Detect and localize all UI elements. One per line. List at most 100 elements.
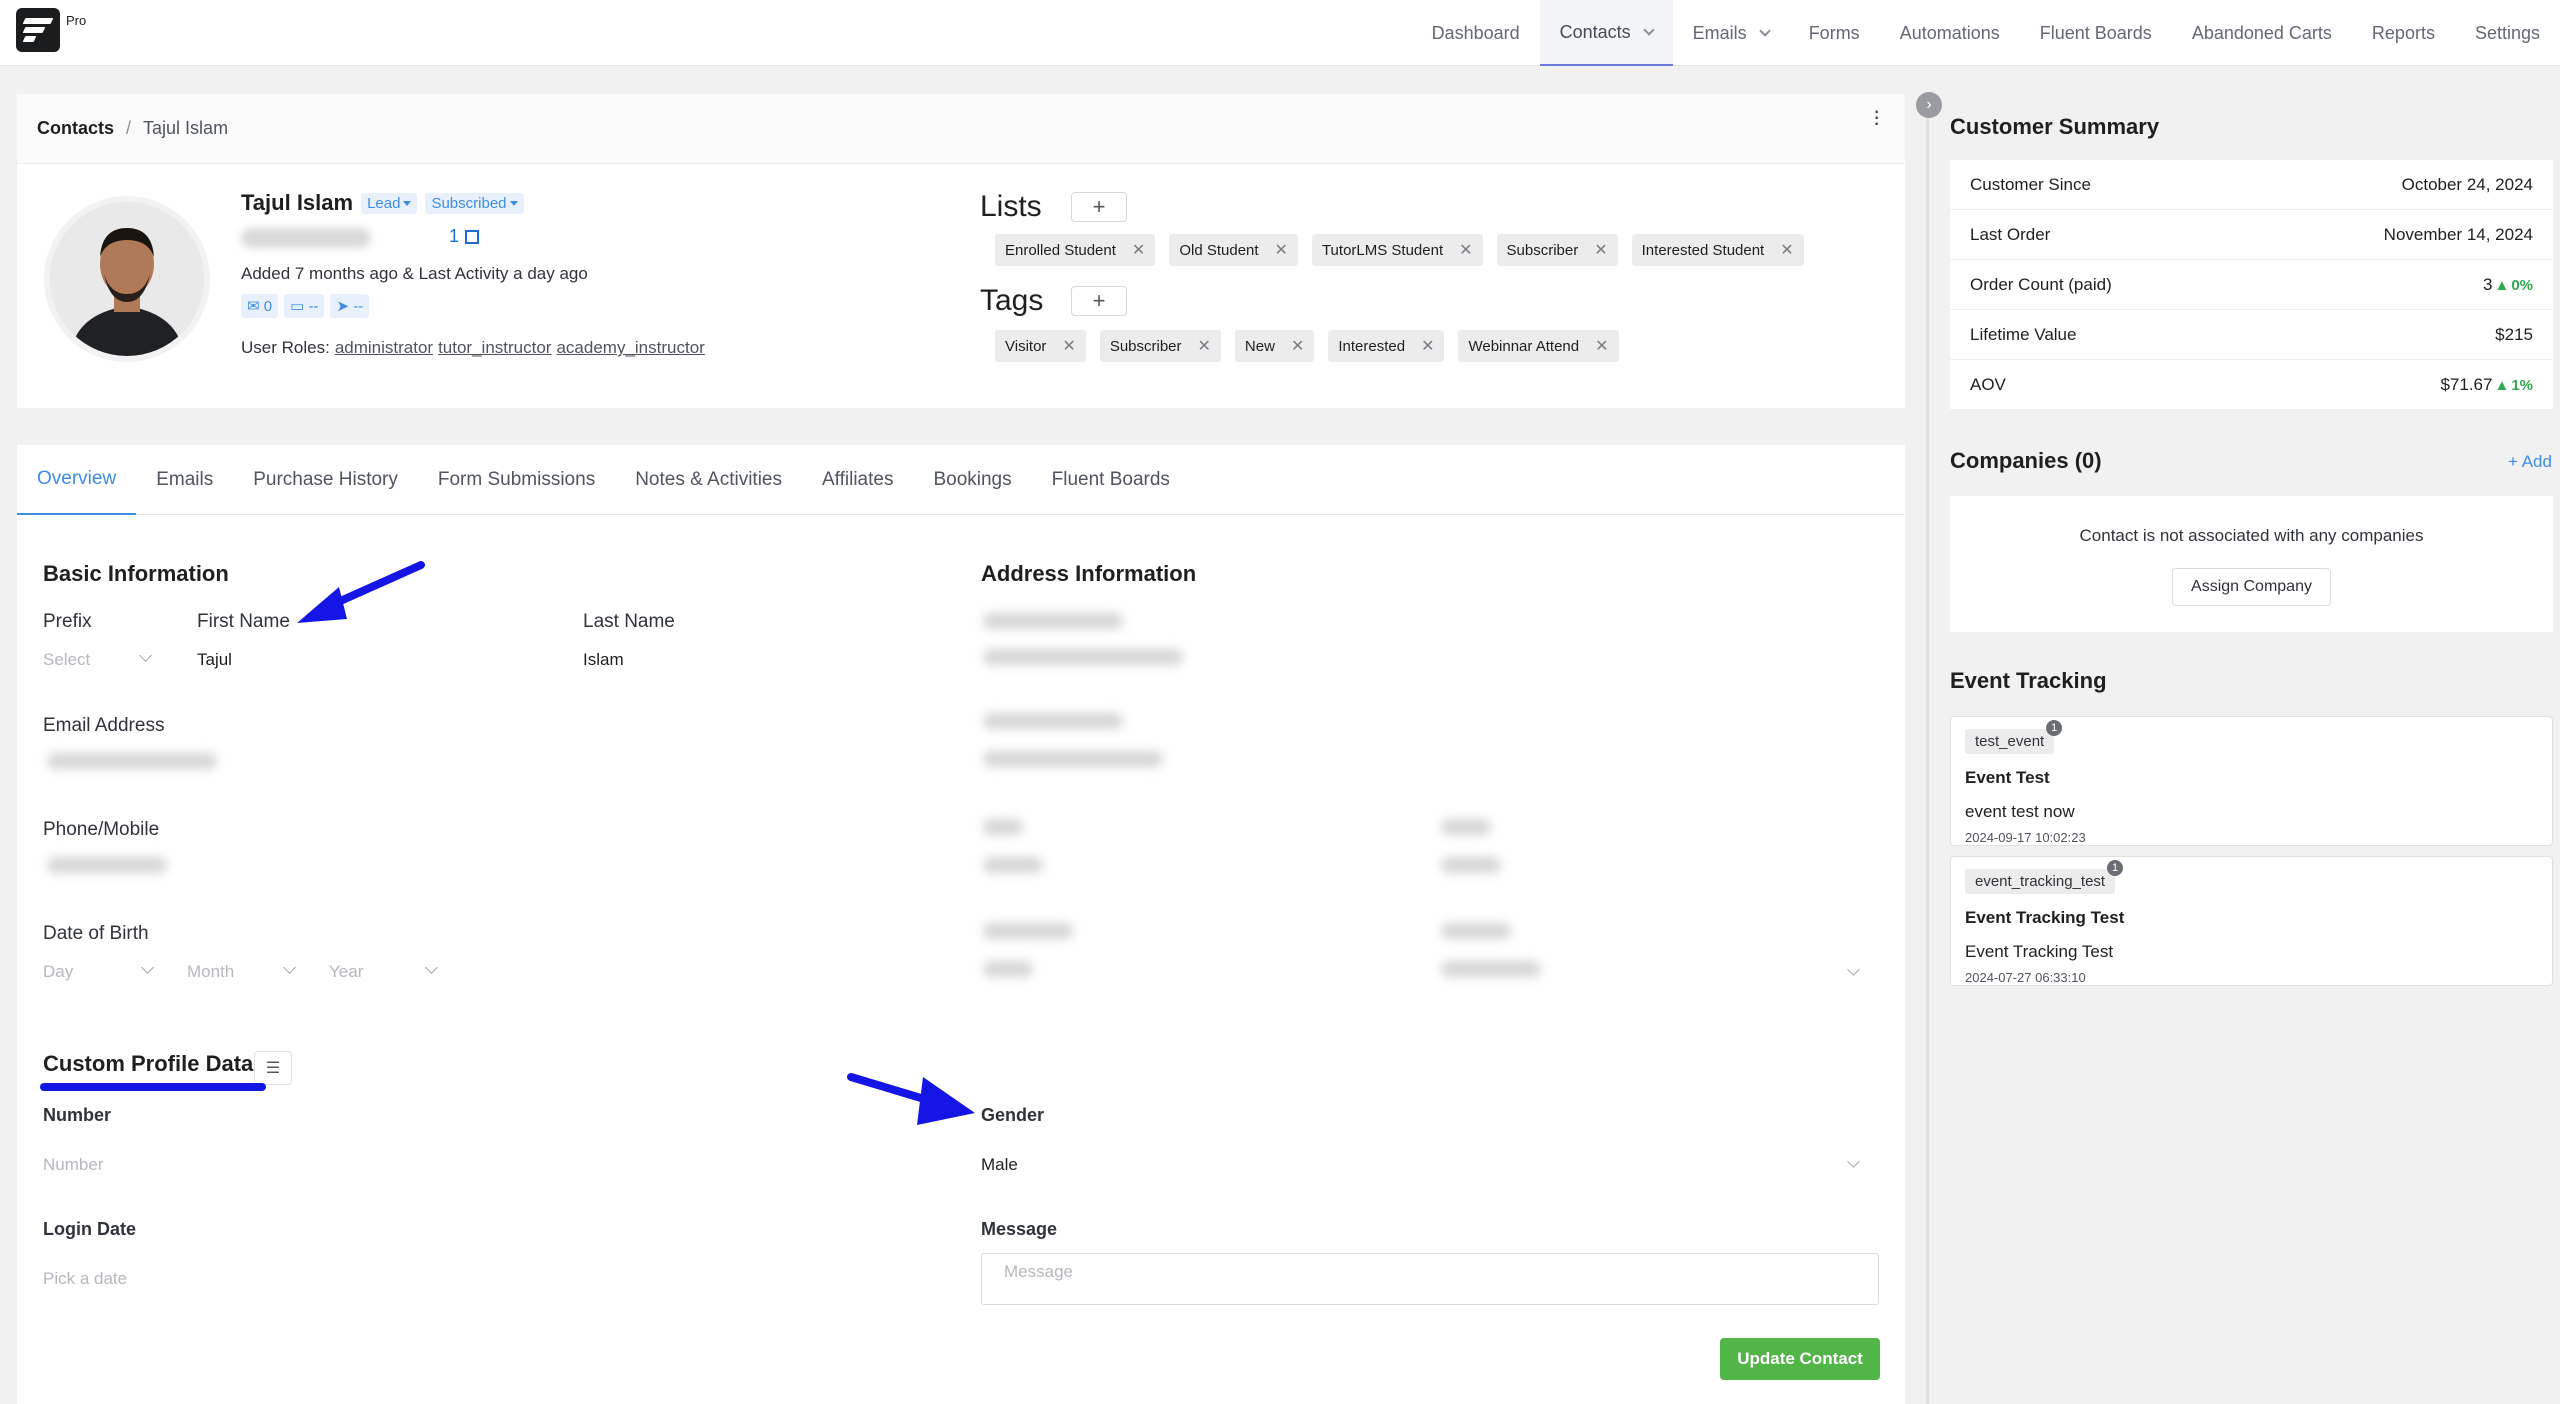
address-line-1-label (983, 613, 1123, 629)
nav-reports[interactable]: Reports (2352, 0, 2455, 66)
tab-bookings[interactable]: Bookings (913, 445, 1031, 515)
close-icon[interactable]: ✕ (1421, 336, 1434, 356)
login-date-picker[interactable]: Pick a date (43, 1269, 127, 1289)
role-tutor-instructor[interactable]: tutor_instructor (438, 338, 551, 357)
send-stat[interactable]: ➤ -- (330, 294, 370, 318)
close-icon[interactable]: ✕ (1780, 240, 1793, 260)
gender-select[interactable]: Male (981, 1155, 1018, 1175)
address-line-2-label (983, 713, 1123, 729)
more-options-icon[interactable]: · · · (1873, 100, 1881, 134)
role-academy-instructor[interactable]: academy_instructor (556, 338, 704, 357)
filter-settings-icon[interactable]: ☰ (254, 1051, 292, 1085)
phone-input[interactable] (47, 857, 167, 873)
dob-day-select[interactable]: Day (43, 962, 73, 982)
dob-month-select[interactable]: Month (187, 962, 234, 982)
list-chip: Old Student ✕ (1169, 234, 1298, 266)
role-administrator[interactable]: administrator (335, 338, 433, 357)
folder-stat[interactable]: ▭ -- (284, 294, 325, 318)
country-select[interactable] (1441, 961, 1541, 977)
nav-forms[interactable]: Forms (1789, 0, 1880, 66)
nav-emails[interactable]: Emails (1673, 0, 1789, 66)
summary-change: 1% (2511, 376, 2533, 394)
list-chip: Enrolled Student ✕ (995, 234, 1156, 266)
email-address-input[interactable] (47, 753, 217, 769)
close-icon[interactable]: ✕ (1275, 240, 1288, 260)
dob-year-select[interactable]: Year (329, 962, 363, 982)
nav-abandoned-carts[interactable]: Abandoned Carts (2172, 0, 2352, 66)
update-contact-button[interactable]: Update Contact (1720, 1338, 1880, 1380)
caret-down-icon (403, 201, 412, 207)
tab-fluent-boards[interactable]: Fluent Boards (1032, 445, 1190, 515)
number-input[interactable]: Number (43, 1155, 103, 1175)
status-badge[interactable]: Lead (361, 192, 418, 214)
tab-overview[interactable]: Overview (17, 445, 137, 515)
subscription-badge[interactable]: Subscribed (425, 192, 524, 214)
add-company-link[interactable]: + Add (2508, 452, 2552, 472)
tab-form-submissions[interactable]: Form Submissions (418, 445, 615, 515)
summary-label: Order Count (paid) (1970, 274, 2112, 294)
event-tracking-heading: Event Tracking (1950, 668, 2107, 693)
event-description: Event Tracking Test (1965, 942, 2114, 961)
close-icon[interactable]: ✕ (1594, 240, 1607, 260)
summary-value: October 24, 2024 (2401, 174, 2533, 194)
address-line-2-input[interactable] (983, 751, 1163, 767)
first-name-input[interactable]: Tajul (197, 650, 232, 670)
add-list-button[interactable]: + (1071, 192, 1127, 222)
close-icon[interactable]: ✕ (1459, 240, 1472, 260)
nav-settings[interactable]: Settings (2455, 0, 2560, 66)
message-textarea[interactable]: Message (981, 1253, 1879, 1305)
companies-panel: Contact is not associated with any compa… (1950, 496, 2553, 632)
chevron-down-icon (283, 961, 296, 974)
event-card[interactable]: event_tracking_test 1 Event Tracking Test… (1950, 856, 2553, 986)
summary-label: AOV (1970, 374, 2006, 394)
close-icon[interactable]: ✕ (1062, 336, 1075, 356)
assign-company-button[interactable]: Assign Company (2172, 568, 2331, 606)
contact-name-row: Tajul Islam Lead Subscribed (241, 190, 524, 216)
external-link[interactable]: 1 (449, 226, 480, 247)
annotation-arrow-icon (847, 1073, 975, 1125)
chevron-down-icon (1759, 24, 1771, 37)
tab-affiliates[interactable]: Affiliates (802, 445, 913, 515)
nav-automations[interactable]: Automations (1880, 0, 2020, 66)
nav-contacts[interactable]: Contacts (1539, 0, 1673, 66)
first-name-label: First Name (197, 611, 290, 632)
send-value: -- (353, 298, 364, 315)
list-chip: Interested Student ✕ (1631, 234, 1804, 266)
add-tag-button[interactable]: + (1071, 286, 1127, 316)
breadcrumb-root[interactable]: Contacts (37, 118, 114, 139)
event-card[interactable]: test_event 1 Event Test event test now 20… (1950, 716, 2553, 846)
state-input[interactable] (1441, 857, 1501, 873)
close-icon[interactable]: ✕ (1595, 336, 1608, 356)
tag-chip-label: Interested (1338, 337, 1406, 355)
app-logo[interactable] (16, 8, 60, 52)
close-icon[interactable]: ✕ (1291, 336, 1304, 356)
message-label: Message (981, 1219, 1058, 1239)
address-line-1-input[interactable] (983, 649, 1183, 665)
summary-value: $215 (2495, 324, 2533, 344)
summary-change: 0% (2511, 276, 2533, 294)
close-icon[interactable]: ✕ (1198, 336, 1211, 356)
tab-purchase-history[interactable]: Purchase History (233, 445, 418, 515)
tag-chip-label: Webinnar Attend (1468, 337, 1580, 355)
postal-code-input[interactable] (983, 961, 1033, 977)
chevron-right-icon[interactable]: › (1916, 92, 1942, 118)
list-chip-label: Enrolled Student (1005, 241, 1116, 259)
tab-notes-activities[interactable]: Notes & Activities (615, 445, 802, 515)
last-name-input[interactable]: Islam (583, 650, 624, 670)
city-input[interactable] (983, 857, 1043, 873)
nav-dashboard[interactable]: Dashboard (1412, 0, 1540, 66)
nav-emails-label: Emails (1692, 22, 1747, 43)
tag-chip: Webinnar Attend ✕ (1458, 330, 1619, 362)
email-stat[interactable]: ✉ 0 (241, 294, 279, 318)
list-chip: Subscriber ✕ (1496, 234, 1618, 266)
summary-row: Lifetime Value $215 (1950, 310, 2553, 360)
prefix-select[interactable]: Select (43, 650, 90, 670)
close-icon[interactable]: ✕ (1132, 240, 1145, 260)
subscription-badge-label: Subscribed (431, 194, 507, 212)
dob-label: Date of Birth (43, 923, 149, 944)
tab-emails[interactable]: Emails (136, 445, 233, 515)
number-label: Number (43, 1105, 112, 1125)
basic-info-heading: Basic Information (43, 561, 229, 586)
postal-code-label (983, 923, 1073, 939)
nav-fluent-boards[interactable]: Fluent Boards (2020, 0, 2172, 66)
